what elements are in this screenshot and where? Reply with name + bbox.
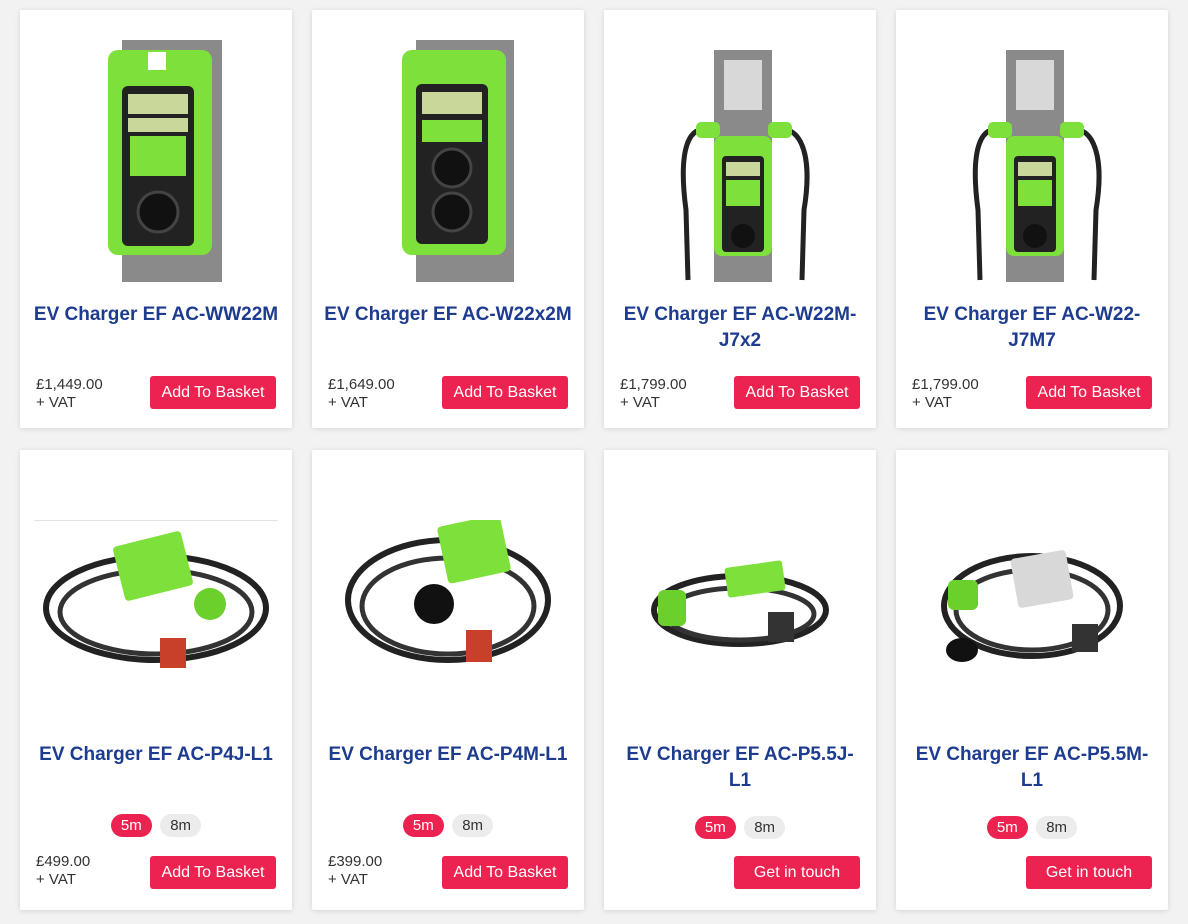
- option-8m[interactable]: 8m: [160, 814, 202, 837]
- product-title[interactable]: EV Charger EF AC-WW22M: [32, 302, 280, 328]
- vat-label: + VAT: [36, 394, 76, 411]
- option-5m[interactable]: 5m: [986, 816, 1028, 839]
- product-title[interactable]: EV Charger EF AC-P4J-L1: [32, 742, 280, 768]
- length-options: 5m 8m: [20, 814, 292, 837]
- length-options: 5m 8m: [312, 814, 584, 837]
- price-value: £399.00: [328, 853, 383, 870]
- option-5m[interactable]: 5m: [694, 816, 736, 839]
- portable-charger-icon[interactable]: [34, 520, 278, 750]
- portable-charger-icon[interactable]: [910, 520, 1154, 750]
- product-title[interactable]: EV Charger EF AC-W22x2M: [324, 302, 572, 328]
- option-5m[interactable]: 5m: [110, 814, 152, 837]
- wall-charger-icon[interactable]: [326, 40, 570, 282]
- price-value: £1,799.00: [620, 376, 687, 393]
- product-card: EV Charger EF AC-P4M-L1 5m 8m £399.00 + …: [312, 450, 584, 910]
- product-title[interactable]: EV Charger EF AC-W22-J7M7: [908, 302, 1156, 354]
- price-value: £1,649.00: [328, 376, 395, 393]
- product-price: £1,649.00 + VAT: [328, 376, 395, 412]
- add-to-basket-button[interactable]: Add To Basket: [150, 856, 276, 889]
- get-in-touch-button[interactable]: Get in touch: [1026, 856, 1152, 889]
- product-price: £1,799.00 + VAT: [620, 376, 687, 412]
- vat-label: + VAT: [620, 394, 660, 411]
- length-options: 5m 8m: [896, 816, 1168, 839]
- product-card: EV Charger EF AC-W22-J7M7 £1,799.00 + VA…: [896, 10, 1168, 428]
- add-to-basket-button[interactable]: Add To Basket: [150, 376, 276, 409]
- product-title[interactable]: EV Charger EF AC-P4M-L1: [324, 742, 572, 768]
- post-charger-icon[interactable]: [910, 40, 1154, 282]
- product-title[interactable]: EV Charger EF AC-P5.5M-L1: [908, 742, 1156, 794]
- get-in-touch-button[interactable]: Get in touch: [734, 856, 860, 889]
- product-title[interactable]: EV Charger EF AC-P5.5J-L1: [616, 742, 864, 794]
- product-card: EV Charger EF AC-P5.5M-L1 5m 8m Get in t…: [896, 450, 1168, 910]
- vat-label: + VAT: [36, 871, 76, 888]
- wall-charger-icon[interactable]: [34, 40, 278, 282]
- vat-label: + VAT: [912, 394, 952, 411]
- add-to-basket-button[interactable]: Add To Basket: [442, 856, 568, 889]
- portable-charger-icon[interactable]: [618, 520, 862, 750]
- length-options: 5m 8m: [604, 816, 876, 839]
- post-charger-icon[interactable]: [618, 40, 862, 282]
- product-title[interactable]: EV Charger EF AC-W22M-J7x2: [616, 302, 864, 354]
- option-8m[interactable]: 8m: [1036, 816, 1078, 839]
- product-price: £1,799.00 + VAT: [912, 376, 979, 412]
- price-value: £1,449.00: [36, 376, 103, 393]
- price-value: £499.00: [36, 853, 91, 870]
- option-8m[interactable]: 8m: [452, 814, 494, 837]
- product-price: £1,449.00 + VAT: [36, 376, 103, 412]
- product-price: £499.00 + VAT: [36, 853, 90, 889]
- product-price: £399.00 + VAT: [328, 853, 382, 889]
- product-card: EV Charger EF AC-WW22M £1,449.00 + VAT A…: [20, 10, 292, 428]
- product-card: EV Charger EF AC-W22M-J7x2 £1,799.00 + V…: [604, 10, 876, 428]
- add-to-basket-button[interactable]: Add To Basket: [442, 376, 568, 409]
- product-card: EV Charger EF AC-P5.5J-L1 5m 8m Get in t…: [604, 450, 876, 910]
- option-5m[interactable]: 5m: [402, 814, 444, 837]
- product-card: EV Charger EF AC-W22x2M £1,649.00 + VAT …: [312, 10, 584, 428]
- product-card: EV Charger EF AC-P4J-L1 5m 8m £499.00 + …: [20, 450, 292, 910]
- vat-label: + VAT: [328, 394, 368, 411]
- add-to-basket-button[interactable]: Add To Basket: [734, 376, 860, 409]
- option-8m[interactable]: 8m: [744, 816, 786, 839]
- add-to-basket-button[interactable]: Add To Basket: [1026, 376, 1152, 409]
- portable-charger-icon[interactable]: [326, 520, 570, 750]
- vat-label: + VAT: [328, 871, 368, 888]
- price-value: £1,799.00: [912, 376, 979, 393]
